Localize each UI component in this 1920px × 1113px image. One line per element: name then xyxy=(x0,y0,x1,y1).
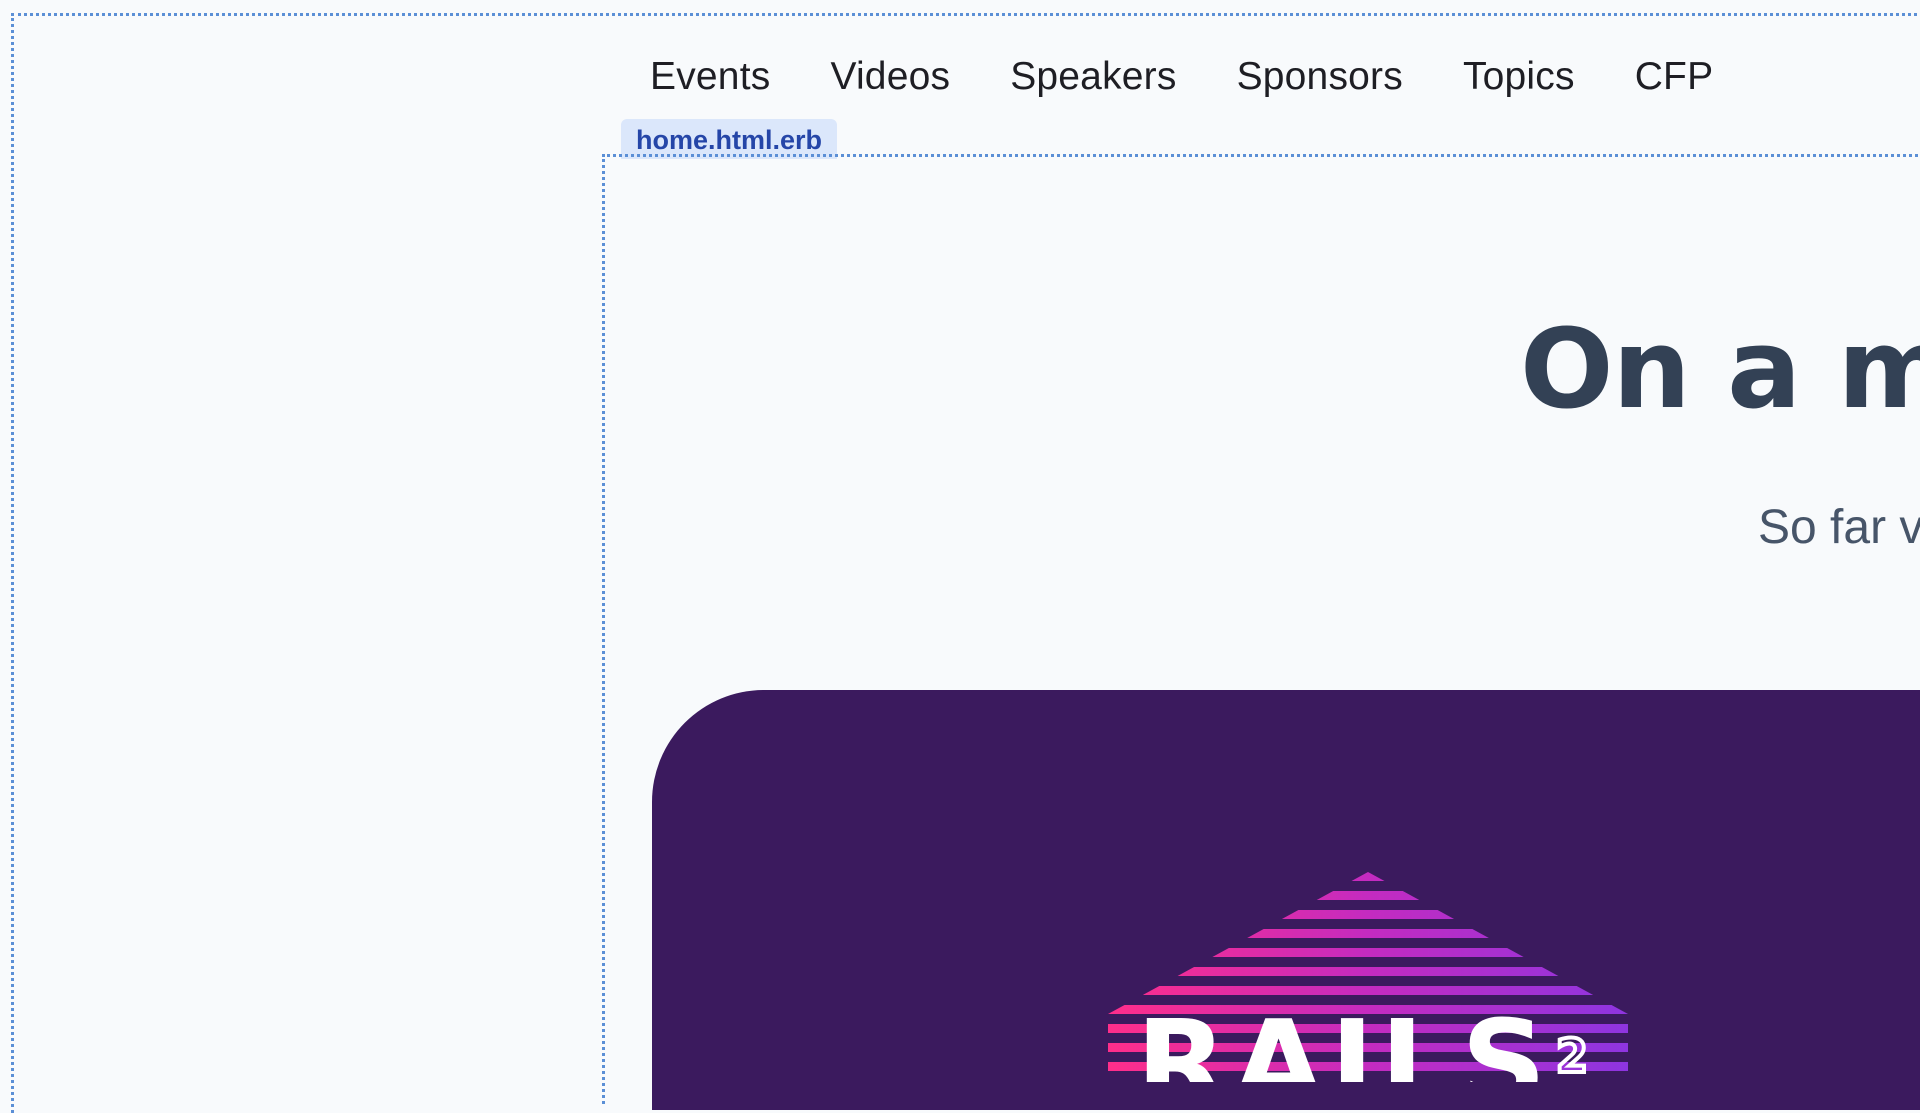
nav-item-events[interactable]: Events xyxy=(650,55,770,99)
nav-item-topics[interactable]: Topics xyxy=(1463,55,1575,99)
logo-wordmark: RAILS xyxy=(1136,994,1552,1082)
logo-superscript: 2 xyxy=(1556,1029,1588,1082)
main-navigation: Events Videos Speakers Sponsors Topics C… xyxy=(650,55,1713,99)
hero-subtitle: So far v xyxy=(1758,501,1920,554)
template-file-tag: home.html.erb xyxy=(621,119,838,159)
house-stripes-logo-icon: RAILS 2 xyxy=(1108,872,1628,1082)
nav-item-speakers[interactable]: Speakers xyxy=(1010,55,1176,99)
nav-item-cfp[interactable]: CFP xyxy=(1635,55,1714,99)
nav-item-videos[interactable]: Videos xyxy=(830,55,950,99)
hero-title: On a mi xyxy=(1520,305,1920,433)
nav-item-sponsors[interactable]: Sponsors xyxy=(1237,55,1403,99)
